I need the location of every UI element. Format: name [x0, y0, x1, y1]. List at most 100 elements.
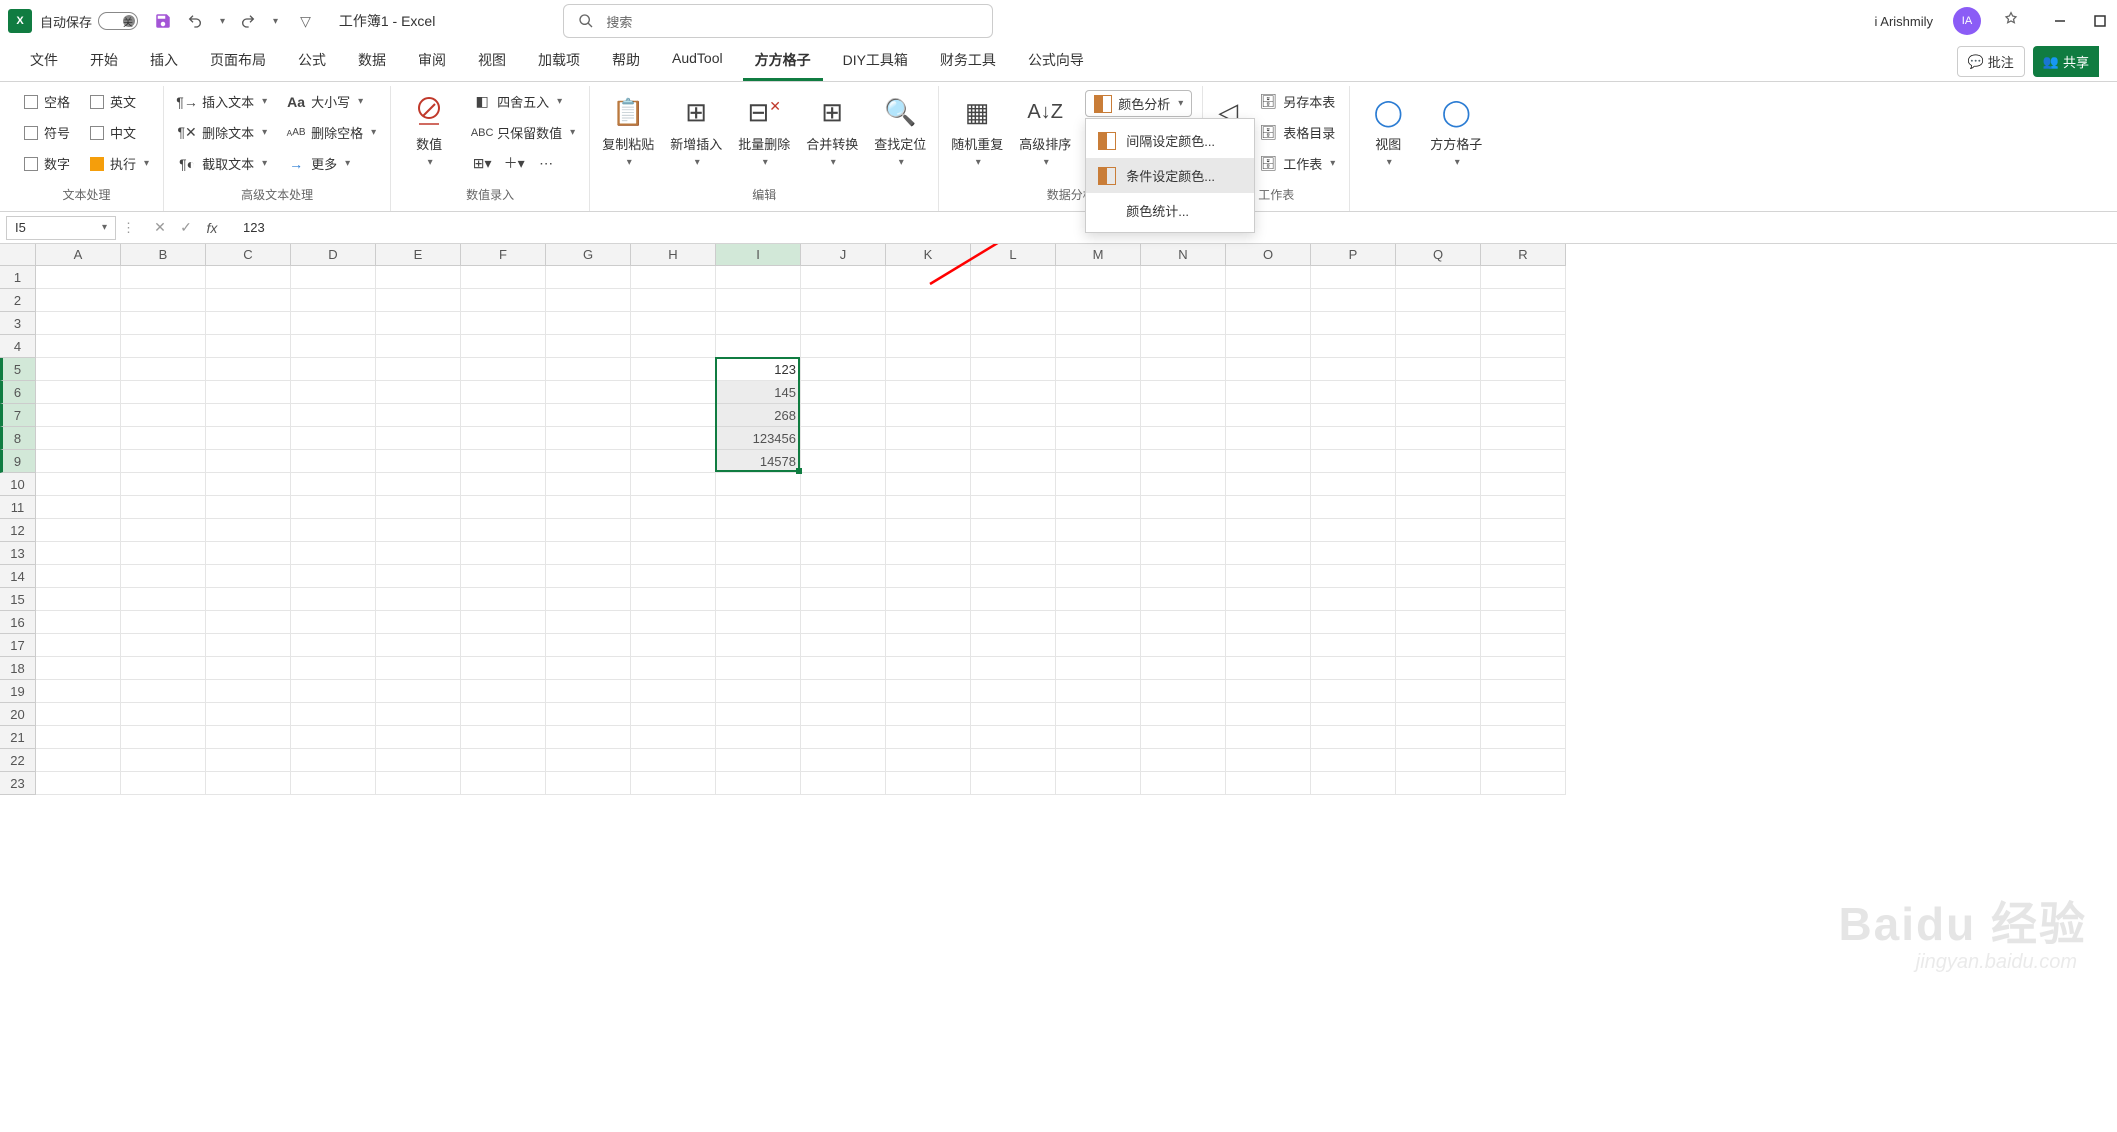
row-head-18[interactable]: 18: [0, 657, 36, 680]
cell-O13[interactable]: [1226, 542, 1311, 565]
cell-C21[interactable]: [206, 726, 291, 749]
cell-J9[interactable]: [801, 450, 886, 473]
cell-J19[interactable]: [801, 680, 886, 703]
cell-C10[interactable]: [206, 473, 291, 496]
cell-P9[interactable]: [1311, 450, 1396, 473]
cell-H2[interactable]: [631, 289, 716, 312]
cell-J3[interactable]: [801, 312, 886, 335]
cell-G6[interactable]: [546, 381, 631, 404]
cell-I4[interactable]: [716, 335, 801, 358]
cell-E22[interactable]: [376, 749, 461, 772]
table-toc-button[interactable]: 🗄表格目录: [1255, 121, 1339, 144]
cell-A21[interactable]: [36, 726, 121, 749]
cell-L5[interactable]: [971, 358, 1056, 381]
cell-E15[interactable]: [376, 588, 461, 611]
cell-O4[interactable]: [1226, 335, 1311, 358]
ribbon-tab-3[interactable]: 页面布局: [198, 42, 278, 81]
cell-P19[interactable]: [1311, 680, 1396, 703]
cell-E9[interactable]: [376, 450, 461, 473]
cell-D3[interactable]: [291, 312, 376, 335]
cell-H14[interactable]: [631, 565, 716, 588]
cell-G17[interactable]: [546, 634, 631, 657]
cell-B23[interactable]: [121, 772, 206, 795]
execute-button[interactable]: 执行▾: [86, 152, 153, 175]
cell-B1[interactable]: [121, 266, 206, 289]
cell-A6[interactable]: [36, 381, 121, 404]
cell-G9[interactable]: [546, 450, 631, 473]
cell-J13[interactable]: [801, 542, 886, 565]
row-head-15[interactable]: 15: [0, 588, 36, 611]
cell-O12[interactable]: [1226, 519, 1311, 542]
col-head-L[interactable]: L: [971, 244, 1056, 266]
col-head-I[interactable]: I: [716, 244, 801, 266]
round-button[interactable]: ◧四舍五入▾: [469, 90, 579, 113]
cell-C13[interactable]: [206, 542, 291, 565]
worksheets-button[interactable]: 🗄工作表▾: [1255, 152, 1339, 175]
cell-D1[interactable]: [291, 266, 376, 289]
cell-H4[interactable]: [631, 335, 716, 358]
cell-J12[interactable]: [801, 519, 886, 542]
cell-K16[interactable]: [886, 611, 971, 634]
cell-F3[interactable]: [461, 312, 546, 335]
cell-B5[interactable]: [121, 358, 206, 381]
cell-D4[interactable]: [291, 335, 376, 358]
delete-text-button[interactable]: ¶✕删除文本▾: [174, 121, 271, 144]
cell-I18[interactable]: [716, 657, 801, 680]
cell-O2[interactable]: [1226, 289, 1311, 312]
cell-J15[interactable]: [801, 588, 886, 611]
cell-R9[interactable]: [1481, 450, 1566, 473]
cell-O3[interactable]: [1226, 312, 1311, 335]
checkbox-number[interactable]: 数字: [20, 152, 74, 175]
cell-R6[interactable]: [1481, 381, 1566, 404]
cell-P18[interactable]: [1311, 657, 1396, 680]
cell-J22[interactable]: [801, 749, 886, 772]
cell-H12[interactable]: [631, 519, 716, 542]
row-head-23[interactable]: 23: [0, 772, 36, 795]
col-head-J[interactable]: J: [801, 244, 886, 266]
cell-N3[interactable]: [1141, 312, 1226, 335]
cell-C14[interactable]: [206, 565, 291, 588]
cell-C17[interactable]: [206, 634, 291, 657]
cell-M19[interactable]: [1056, 680, 1141, 703]
cell-D10[interactable]: [291, 473, 376, 496]
cell-C7[interactable]: [206, 404, 291, 427]
cell-P7[interactable]: [1311, 404, 1396, 427]
cell-K17[interactable]: [886, 634, 971, 657]
cell-H10[interactable]: [631, 473, 716, 496]
cell-E6[interactable]: [376, 381, 461, 404]
cell-I9[interactable]: 14578: [716, 450, 801, 473]
col-head-D[interactable]: D: [291, 244, 376, 266]
cell-A23[interactable]: [36, 772, 121, 795]
cell-J20[interactable]: [801, 703, 886, 726]
row-head-13[interactable]: 13: [0, 542, 36, 565]
cell-G23[interactable]: [546, 772, 631, 795]
cell-I3[interactable]: [716, 312, 801, 335]
cell-B2[interactable]: [121, 289, 206, 312]
cell-K5[interactable]: [886, 358, 971, 381]
cell-C18[interactable]: [206, 657, 291, 680]
cell-L20[interactable]: [971, 703, 1056, 726]
cell-F4[interactable]: [461, 335, 546, 358]
cell-C23[interactable]: [206, 772, 291, 795]
cell-I5[interactable]: 123: [716, 358, 801, 381]
cell-N14[interactable]: [1141, 565, 1226, 588]
row-head-22[interactable]: 22: [0, 749, 36, 772]
cell-R22[interactable]: [1481, 749, 1566, 772]
cell-B16[interactable]: [121, 611, 206, 634]
cell-P11[interactable]: [1311, 496, 1396, 519]
ribbon-tab-5[interactable]: 数据: [346, 42, 398, 81]
cell-J2[interactable]: [801, 289, 886, 312]
cell-I23[interactable]: [716, 772, 801, 795]
row-head-9[interactable]: 9: [0, 450, 36, 473]
cell-O1[interactable]: [1226, 266, 1311, 289]
cell-G2[interactable]: [546, 289, 631, 312]
cell-G16[interactable]: [546, 611, 631, 634]
cell-R13[interactable]: [1481, 542, 1566, 565]
cell-E13[interactable]: [376, 542, 461, 565]
checkbox-english[interactable]: 英文: [86, 90, 153, 113]
cell-F13[interactable]: [461, 542, 546, 565]
cell-K1[interactable]: [886, 266, 971, 289]
cell-R1[interactable]: [1481, 266, 1566, 289]
cell-N23[interactable]: [1141, 772, 1226, 795]
cell-B3[interactable]: [121, 312, 206, 335]
